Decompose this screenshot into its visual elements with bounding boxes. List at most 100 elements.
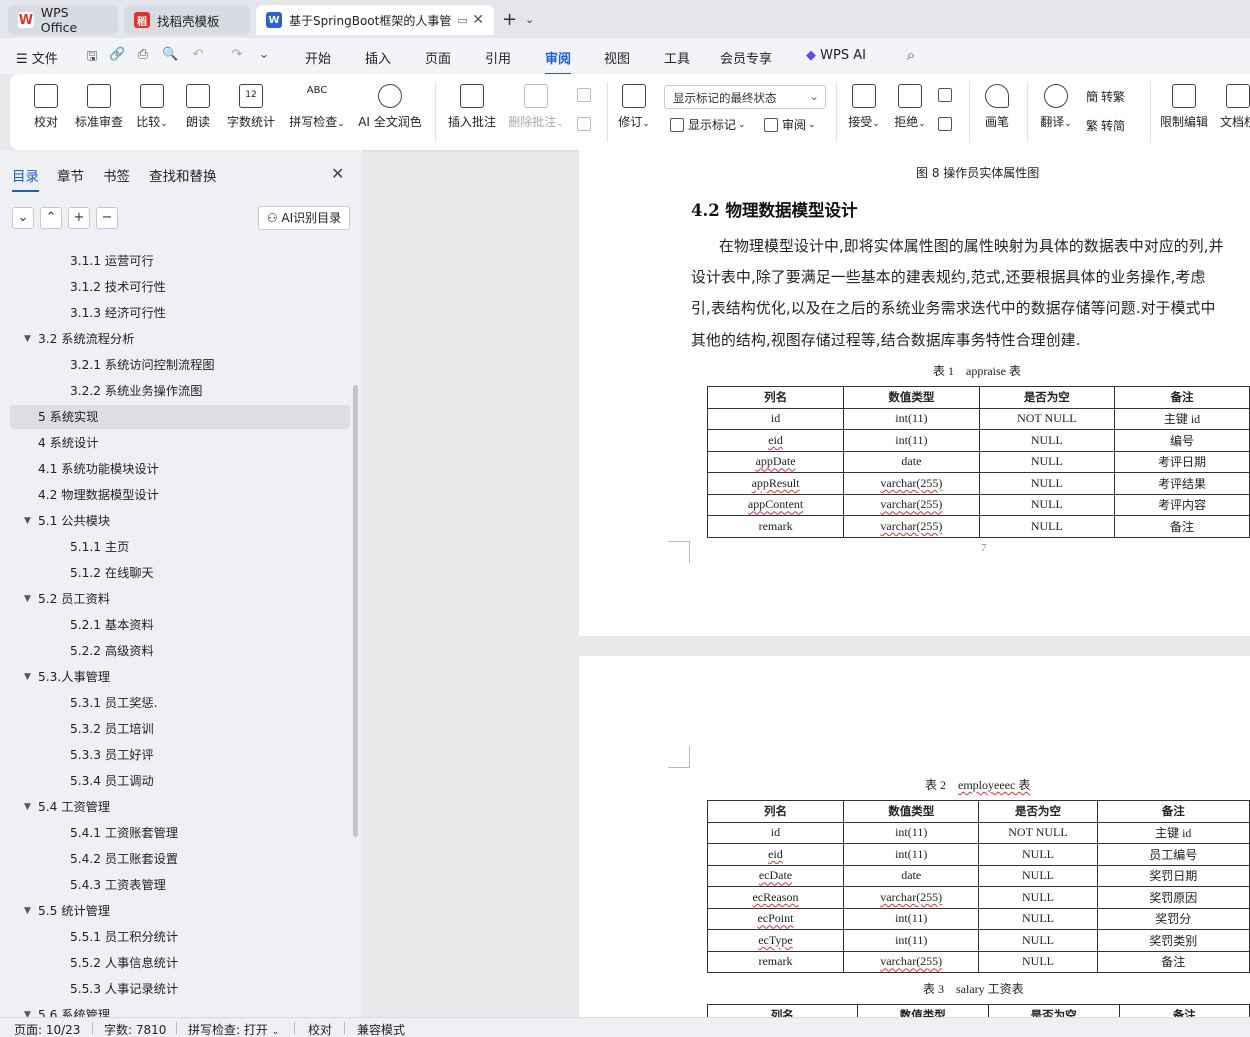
search-icon[interactable]: ⌕ [903, 46, 919, 64]
toc-item[interactable]: ▼ 5.3.人事管理 [10, 665, 350, 689]
share-link-icon[interactable]: 🔗 [109, 47, 125, 63]
menu-file[interactable]: ☰ 文件 [16, 48, 58, 67]
next-change-icon[interactable] [938, 117, 956, 131]
undo-icon[interactable]: ↶ [190, 47, 206, 63]
toc-item[interactable]: 5.5.2 人事信息统计 [10, 951, 350, 975]
prev-change-icon[interactable] [938, 88, 956, 102]
print-preview-icon[interactable]: 🔍 [162, 47, 178, 63]
word-count-button[interactable]: 12 字数统计 [225, 84, 277, 140]
pen-button[interactable]: 画笔 [982, 84, 1012, 140]
save-icon[interactable]: 🖫 [84, 47, 100, 64]
toc-item[interactable]: 5.1.1 主页 [10, 535, 350, 559]
status-word-count[interactable]: 字数: 7810 [104, 1021, 166, 1037]
delete-comment-button[interactable]: 删除批注⌄ [506, 84, 566, 140]
toc-item[interactable]: 5.2.2 高级资料 [10, 639, 350, 663]
toc-item[interactable]: 4.2 物理数据模型设计 [10, 483, 350, 507]
review-pane-button[interactable]: 审阅 ⌄ [764, 116, 816, 133]
caret-down-icon[interactable]: ▼ [24, 665, 31, 689]
toc-item[interactable]: 3.1.3 经济可行性 [10, 301, 350, 325]
toc-item[interactable]: 5.3.4 员工调动 [10, 769, 350, 793]
spell-check-button[interactable]: ABC 拼写检查⌄ [286, 84, 348, 140]
print-icon[interactable]: ⎙ [135, 47, 151, 63]
menu-tools[interactable]: 工具 [664, 48, 690, 67]
caret-down-icon[interactable]: ▼ [24, 795, 31, 819]
toc-item[interactable]: 3.1.1 运营可行 [10, 249, 350, 273]
menu-home[interactable]: 开始 [305, 48, 331, 67]
remove-heading-minus-icon[interactable]: − [96, 207, 118, 229]
toc-scrollbar[interactable] [353, 385, 358, 837]
toc-item[interactable]: 5.4.2 员工账套设置 [10, 847, 350, 871]
standard-review-button[interactable]: 标准审查 [73, 84, 125, 140]
close-icon[interactable]: ✕ [472, 12, 484, 28]
tab-find-replace[interactable]: 查找和替换 [149, 165, 217, 185]
collapse-all-chevron-down-icon[interactable]: ⌄ [12, 207, 34, 229]
menu-references[interactable]: 引用 [485, 48, 511, 67]
accept-button[interactable]: 接受⌄ [846, 84, 882, 140]
caret-down-icon[interactable]: ▼ [24, 587, 31, 611]
toc-item[interactable]: 4 系统设计 [10, 431, 350, 455]
caret-down-icon[interactable]: ▼ [24, 1003, 31, 1017]
proofread-button[interactable]: 校对 [30, 84, 62, 140]
tab-wps-office[interactable]: W WPS Office [8, 5, 118, 35]
tab-docer-templates[interactable]: 稻 找稻壳模板 [124, 5, 250, 35]
toc-item[interactable]: 3.1.2 技术可行性 [10, 275, 350, 299]
toc-item[interactable]: ▼ 5.1 公共模块 [10, 509, 350, 533]
ai-recognize-toc-button[interactable]: ⚇ AI识别目录 [258, 206, 350, 230]
tab-bookmarks[interactable]: 书签 [103, 165, 130, 185]
to-simplified-button[interactable]: 繁 转简 [1086, 117, 1125, 134]
read-aloud-button[interactable]: 朗读 [183, 84, 213, 140]
toc-item[interactable]: 5.4.1 工资账套管理 [10, 821, 350, 845]
quick-access-chevron-icon[interactable]: ⌄ [256, 47, 272, 63]
caret-down-icon[interactable]: ▼ [24, 899, 31, 923]
tab-list-chevron-icon[interactable]: ⌄ [525, 13, 534, 26]
add-heading-plus-icon[interactable]: + [68, 207, 90, 229]
toc-item[interactable]: 4.1 系统功能模块设计 [10, 457, 350, 481]
track-changes-button[interactable]: 修订⌄ [616, 84, 652, 140]
menu-wps-ai[interactable]: ◆ WPS AI [806, 48, 866, 63]
toc-item[interactable]: 5.1.2 在线聊天 [10, 561, 350, 585]
menu-view[interactable]: 视图 [604, 48, 630, 67]
toc-item[interactable]: 5.3.1 员工奖惩. [10, 691, 350, 715]
caret-down-icon[interactable]: ▼ [24, 509, 31, 533]
reject-button[interactable]: 拒绝⌄ [892, 84, 928, 140]
toc-item[interactable]: ▼ 5.5 统计管理 [10, 899, 350, 923]
ai-polish-button[interactable]: AI 全文润色 [356, 84, 424, 140]
insert-comment-button[interactable]: 插入批注 [446, 84, 498, 140]
toc-item[interactable]: 3.2.1 系统访问控制流程图 [10, 353, 350, 377]
toc-item[interactable]: ▼ 3.2 系统流程分析 [10, 327, 350, 351]
toc-item[interactable]: 3.2.2 系统业务操作流图 [10, 379, 350, 403]
document-permission-button[interactable]: 文档权 [1218, 84, 1250, 140]
menu-insert[interactable]: 插入 [365, 48, 391, 67]
toc-item[interactable]: 5.5.1 员工积分统计 [10, 925, 350, 949]
redo-icon[interactable]: ↷ [229, 47, 245, 63]
toc-item[interactable]: 5 系统实现 [10, 405, 350, 429]
caret-down-icon[interactable]: ▼ [24, 327, 31, 351]
toc-item[interactable]: ▼ 5.6 系统管理 [10, 1003, 350, 1017]
restrict-editing-button[interactable]: 限制编辑 [1158, 84, 1210, 140]
show-markup-button[interactable]: 显示标记 ⌄ [670, 116, 746, 133]
toc-item[interactable]: 5.5.3 人事记录统计 [10, 977, 350, 1001]
to-traditional-button[interactable]: 簡 转繁 [1086, 88, 1125, 105]
compare-button[interactable]: 比较⌄ [134, 84, 170, 140]
tab-current-document[interactable]: W 基于SpringBoot框架的人事管 ▭ ✕ [256, 5, 494, 35]
status-spell-check[interactable]: 拼写检查: 打开 ⌄ [188, 1021, 279, 1037]
toc-item[interactable]: 5.3.2 员工培训 [10, 717, 350, 741]
close-panel-icon[interactable]: ✕ [331, 164, 344, 183]
expand-chevron-up-icon[interactable]: ⌃ [40, 207, 62, 229]
translate-button[interactable]: 翻译⌄ [1036, 84, 1076, 140]
markup-state-dropdown[interactable]: 显示标记的最终状态 ⌄ [664, 85, 826, 109]
toc-item[interactable]: 5.2.1 基本资料 [10, 613, 350, 637]
status-proofread[interactable]: 校对 [308, 1021, 332, 1037]
toc-item[interactable]: ▼ 5.2 员工资料 [10, 587, 350, 611]
toc-item[interactable]: ▼ 5.4 工资管理 [10, 795, 350, 819]
tab-chapters[interactable]: 章节 [57, 165, 84, 185]
next-comment-icon[interactable] [577, 117, 595, 131]
tab-toc[interactable]: 目录 [12, 165, 39, 192]
menu-membership[interactable]: 会员专享 [720, 48, 772, 67]
status-page[interactable]: 页面: 10/23 [14, 1021, 80, 1037]
prev-comment-icon[interactable] [577, 88, 595, 102]
menu-review[interactable]: 审阅 [545, 48, 572, 75]
toc-item[interactable]: 5.3.3 员工好评 [10, 743, 350, 767]
new-tab-plus-icon[interactable]: + [502, 9, 517, 30]
menu-page[interactable]: 页面 [425, 48, 451, 67]
